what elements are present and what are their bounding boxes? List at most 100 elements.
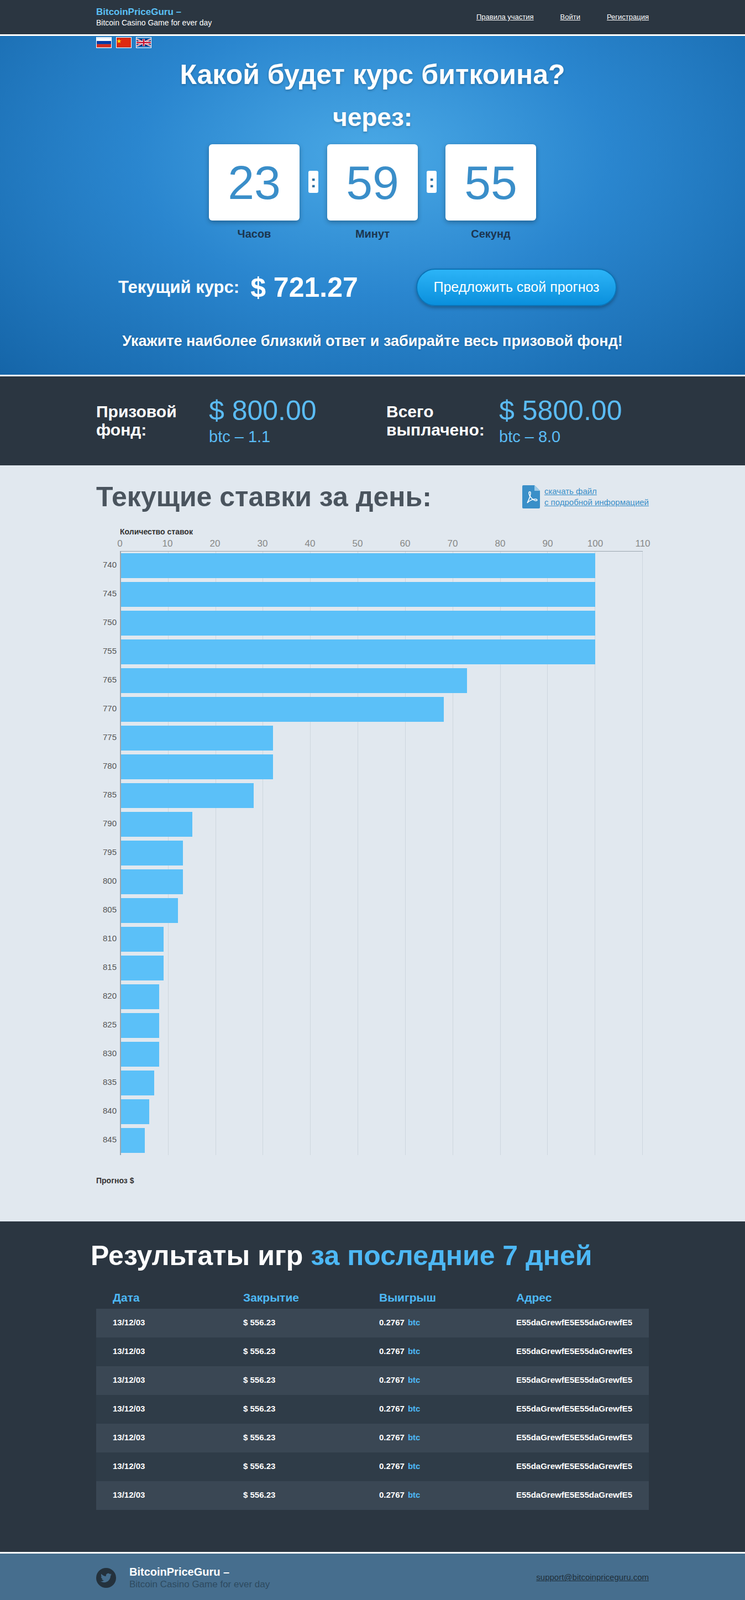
footer-logo: BitcoinPriceGuru –Bitcoin Casino Game fo… xyxy=(129,1565,270,1591)
stat-label: Всего выплачено: xyxy=(386,402,500,439)
stat-label: Призовой фонд: xyxy=(96,402,209,439)
bar[interactable] xyxy=(121,869,183,895)
category-label: 825 xyxy=(96,1010,120,1040)
results-row: 13/12/03$ 556.230.2767btcE55daGrewfE5E55… xyxy=(96,1394,649,1424)
bar[interactable] xyxy=(121,696,444,722)
bar[interactable] xyxy=(121,811,193,837)
stat-usd: $ 5800.00 xyxy=(499,395,622,428)
bar-track xyxy=(121,810,643,839)
bar[interactable] xyxy=(121,668,468,694)
address-cell: E55daGrewfE5E55daGrewfE5 xyxy=(516,1402,649,1416)
tick-label: 10 xyxy=(162,538,173,549)
tick-label: 70 xyxy=(447,538,459,549)
nav-link[interactable]: Войти xyxy=(560,11,581,23)
countdown-value: 59 xyxy=(327,144,418,221)
nav-link[interactable]: Регистрация xyxy=(606,11,649,23)
win-amount: 0.2767 xyxy=(379,1461,405,1471)
bar[interactable] xyxy=(121,754,274,780)
bar[interactable] xyxy=(121,840,183,866)
site-footer: BitcoinPriceGuru –Bitcoin Casino Game fo… xyxy=(0,1553,745,1600)
bar[interactable] xyxy=(121,984,160,1010)
bar[interactable] xyxy=(121,926,164,952)
category-label: 775 xyxy=(96,723,120,753)
category-label: 830 xyxy=(96,1039,120,1069)
bar-track xyxy=(121,1068,643,1098)
footer-logo-name[interactable]: BitcoinPriceGuru – xyxy=(129,1565,270,1579)
win-unit: btc xyxy=(407,1403,421,1414)
category-label: 845 xyxy=(96,1125,120,1155)
bar[interactable] xyxy=(121,898,178,923)
win-cell: 0.2767btc xyxy=(379,1345,517,1358)
bar-track xyxy=(121,1040,643,1069)
bar[interactable] xyxy=(121,581,596,607)
current-rate: Текущий курс:$ 721.27 xyxy=(118,270,359,304)
twitter-icon[interactable] xyxy=(96,1567,117,1588)
win-unit: btc xyxy=(407,1317,421,1327)
countdown-value: 23 xyxy=(208,144,300,221)
bar-track xyxy=(121,551,643,581)
close-cell: $ 556.23 xyxy=(243,1460,380,1473)
support-email[interactable]: support@bitcoinpriceguru.com xyxy=(536,1571,649,1584)
logo-name[interactable]: BitcoinPriceGuru – xyxy=(96,6,212,18)
results-row: 13/12/03$ 556.230.2767btcE55daGrewfE5E55… xyxy=(96,1308,649,1338)
bar[interactable] xyxy=(121,955,164,981)
win-cell: 0.2767btc xyxy=(379,1402,517,1416)
bar[interactable] xyxy=(121,1099,150,1125)
close-cell: $ 556.23 xyxy=(243,1373,380,1387)
bar[interactable] xyxy=(121,1041,160,1067)
category-label: 805 xyxy=(96,895,120,925)
countdown-value: 55 xyxy=(445,144,537,221)
uk-flag-icon[interactable] xyxy=(135,37,152,49)
bar[interactable] xyxy=(121,1070,155,1096)
ru-flag-icon[interactable] xyxy=(96,37,112,49)
category-label: 750 xyxy=(96,608,120,638)
results-title-main: Результаты игр xyxy=(90,1240,303,1272)
download-text[interactable]: скачать файлс подробной информацией xyxy=(544,485,649,508)
rate-row: Текущий курс:$ 721.27 Предложить свой про… xyxy=(96,268,649,307)
stat-usd: $ 800.00 xyxy=(208,395,317,428)
bar[interactable] xyxy=(121,610,596,636)
hero-subtitle: через: xyxy=(96,102,649,133)
results-row: 13/12/03$ 556.230.2767btcE55daGrewfE5E55… xyxy=(96,1423,649,1453)
pdf-file-icon[interactable] xyxy=(522,485,540,509)
download-line[interactable]: скачать файл xyxy=(544,485,649,497)
rate-label: Текущий курс: xyxy=(118,274,240,301)
bar[interactable] xyxy=(121,725,274,751)
win-amount: 0.2767 xyxy=(379,1490,405,1500)
footer-brand: BitcoinPriceGuru –Bitcoin Casino Game fo… xyxy=(96,1565,270,1591)
chart-plot: 7407457507557657707757807857907958008058… xyxy=(96,551,649,1156)
download-link[interactable]: скачать файлс подробной информацией xyxy=(522,485,649,509)
bar[interactable] xyxy=(121,553,596,579)
category-label: 840 xyxy=(96,1097,120,1126)
logo[interactable]: BitcoinPriceGuru –Bitcoin Casino Game fo… xyxy=(96,6,212,29)
category-label: 820 xyxy=(96,982,120,1011)
results-header: ДатаЗакрытиеВыигрышАдрес xyxy=(96,1286,649,1309)
win-amount: 0.2767 xyxy=(379,1403,405,1414)
tick-label: 50 xyxy=(352,538,364,549)
address-cell: E55daGrewfE5E55daGrewfE5 xyxy=(516,1316,649,1330)
nav-link[interactable]: Правила участия xyxy=(476,11,534,23)
forecast-button[interactable]: Предложить свой прогноз xyxy=(416,268,617,307)
win-cell: 0.2767btc xyxy=(379,1460,517,1473)
bar[interactable] xyxy=(121,783,254,809)
bar-track xyxy=(121,982,643,1012)
footer-inner: BitcoinPriceGuru –Bitcoin Casino Game fo… xyxy=(96,1565,649,1591)
logo-subtitle: Bitcoin Casino Game for ever day xyxy=(96,17,212,28)
bar[interactable] xyxy=(121,1128,145,1153)
win-unit: btc xyxy=(407,1490,421,1500)
bar-track xyxy=(121,1126,643,1156)
cn-flag-icon[interactable] xyxy=(116,37,132,49)
address-cell: E55daGrewfE5E55daGrewfE5 xyxy=(516,1488,649,1502)
bar-track xyxy=(121,752,643,782)
date-cell: 13/12/03 xyxy=(112,1373,244,1387)
countdown-separator: : xyxy=(308,170,319,193)
bar[interactable] xyxy=(121,639,596,665)
win-cell: 0.2767btc xyxy=(379,1316,517,1330)
tick-label: 20 xyxy=(210,538,221,549)
date-cell: 13/12/03 xyxy=(112,1345,244,1358)
results-section: Результаты игрза последние 7 днейДатаЗак… xyxy=(0,1221,745,1554)
results-row: 13/12/03$ 556.230.2767btcE55daGrewfE5E55… xyxy=(96,1481,649,1510)
bar[interactable] xyxy=(121,1013,160,1038)
download-line[interactable]: с подробной информацией xyxy=(544,496,649,508)
bar-track xyxy=(121,896,643,926)
